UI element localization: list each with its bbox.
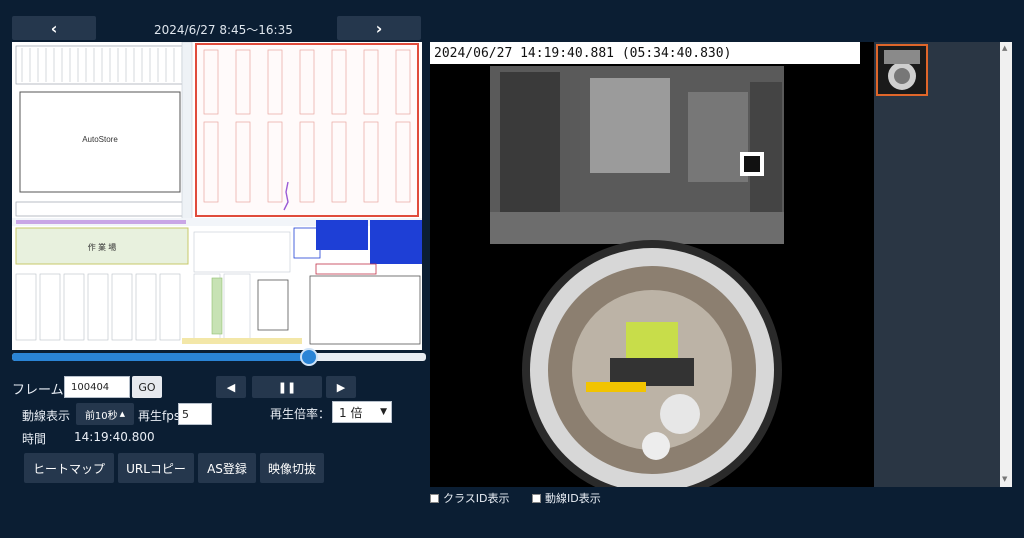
heatmap-button[interactable]: ヒートマップ (24, 453, 114, 483)
playback-progress (12, 353, 306, 361)
floor-map[interactable]: AutoStore 作 業 場 (12, 42, 422, 350)
prev-date-button[interactable]: ‹ (12, 16, 96, 40)
thumbnail-item[interactable] (876, 44, 928, 96)
next-date-button[interactable]: › (337, 16, 421, 40)
time-label: 時間 (22, 432, 47, 446)
rate-select-value: 1 倍 (339, 405, 363, 420)
as-register-button[interactable]: AS登録 (198, 453, 256, 483)
video-viewer[interactable] (430, 42, 874, 500)
autostore-label: AutoStore (82, 135, 118, 144)
thumbnail-scrollbar[interactable]: ▲ ▼ (1000, 42, 1012, 487)
caret-up-icon: ▲ (119, 410, 126, 418)
trail-id-checkbox[interactable] (532, 493, 541, 503)
triangle-right-icon: ▶ (336, 380, 346, 394)
trail-select[interactable]: 前10秒 ▲ (76, 403, 134, 425)
go-button[interactable]: GO (132, 376, 162, 398)
chevron-right-icon: › (375, 18, 383, 38)
triangle-left-icon: ◀ (226, 380, 236, 394)
class-id-checkbox[interactable] (430, 493, 439, 503)
rate-label: 再生倍率： (270, 407, 331, 421)
scroll-down-icon[interactable]: ▼ (1002, 475, 1007, 483)
fps-input[interactable]: 5 (178, 403, 212, 425)
work-area-label: 作 業 場 (88, 242, 116, 252)
time-value: 14:19:40.800 (74, 430, 155, 444)
playback-slider[interactable] (12, 348, 426, 366)
fps-label: 再生fps (138, 409, 181, 423)
trail-id-label: 動線ID表示 (545, 492, 601, 505)
video-clip-button[interactable]: 映像切抜 (260, 453, 324, 483)
chevron-left-icon: ‹ (50, 18, 58, 38)
url-copy-button[interactable]: URLコピー (118, 453, 194, 483)
thumbnail-image (878, 46, 926, 94)
chevron-down-icon: ▼ (380, 407, 387, 417)
frame-label: フレーム (12, 383, 64, 398)
playback-thumb[interactable] (300, 348, 318, 366)
class-id-option[interactable]: クラスID表示 (430, 490, 510, 506)
frame-input[interactable]: 100404 (64, 376, 130, 398)
pause-button[interactable]: ❚❚ (252, 376, 322, 398)
trail-label: 動線表示 (22, 409, 71, 423)
trail-id-option[interactable]: 動線ID表示 (532, 490, 601, 506)
trail-select-value: 前10秒 (84, 410, 118, 422)
rate-select[interactable]: 1 倍 ▼ (332, 401, 392, 423)
next-frame-button[interactable]: ▶ (326, 376, 356, 398)
video-timestamp: 2024/06/27 14:19:40.881 (05:34:40.830) (430, 42, 860, 64)
class-id-label: クラスID表示 (443, 492, 510, 505)
scroll-up-icon[interactable]: ▲ (1002, 44, 1007, 52)
date-range: 2024/6/27 8:45～16:35 (154, 23, 293, 37)
pause-icon: ❚❚ (277, 380, 297, 394)
thumbnail-panel (874, 42, 1000, 487)
prev-frame-button[interactable]: ◀ (216, 376, 246, 398)
